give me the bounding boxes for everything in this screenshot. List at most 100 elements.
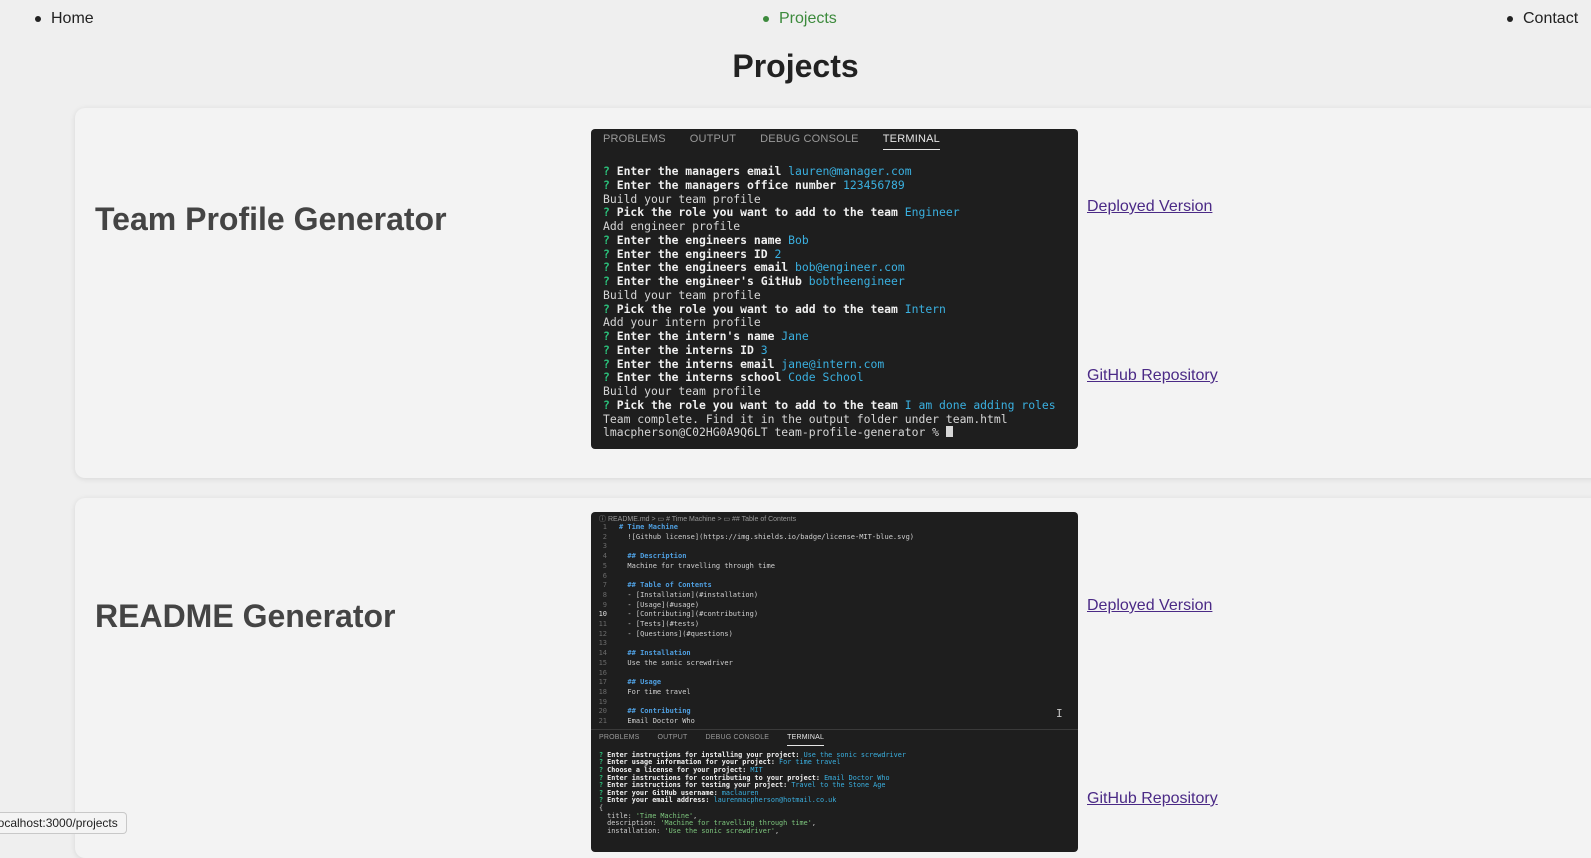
nav-item-home[interactable]: Home: [35, 10, 94, 28]
markdown-heading: ## Table of Contents: [619, 581, 712, 590]
nav-item-contact[interactable]: Contact: [1507, 10, 1578, 28]
prompt-text: Enter the interns email: [609, 356, 775, 371]
page-title: Projects: [732, 48, 859, 84]
nav-contact-label[interactable]: Contact: [1523, 10, 1578, 28]
code-line: 2 ![Github license](https://img.shields.…: [597, 533, 1072, 543]
line-number: 9: [602, 600, 607, 609]
terminal-output: ? Enter instructions for installing your…: [591, 746, 1078, 836]
line-number: 15: [598, 658, 607, 667]
prompt-answer: 3: [753, 342, 768, 357]
terminal-line: Add your intern profile: [603, 315, 1066, 330]
prompt-mark: ?: [603, 260, 610, 275]
github-repository-link[interactable]: GitHub Repository: [1087, 367, 1218, 385]
code-text: Machine for travelling through time: [619, 561, 775, 570]
line-number: 18: [598, 687, 607, 696]
code-line: 20 ## Contributing: [597, 707, 1072, 717]
terminal-text: Build your team profile: [603, 384, 761, 398]
terminal-text: installation:: [599, 826, 665, 835]
terminal-text: Add engineer profile: [603, 219, 741, 233]
code-line: 12 - [Questions](#questions): [597, 630, 1072, 640]
terminal-line: Add engineer profile: [603, 219, 1066, 234]
code-text: Email Doctor Who: [619, 717, 695, 726]
prompt-text: Enter your email address:: [603, 796, 710, 805]
prompt-answer: Intern: [897, 301, 946, 316]
code-text: ## Description: [619, 552, 686, 562]
code-editor: 1 # Time Machine 2 ![Github license](https…: [591, 523, 1078, 727]
prompt-text: Enter the managers office number: [609, 177, 837, 192]
terminal-tab[interactable]: DEBUG CONSOLE: [760, 133, 859, 149]
prompt-answer: 2: [767, 246, 782, 261]
terminal-tab[interactable]: TERMINAL: [787, 734, 825, 746]
terminal-tab[interactable]: PROBLEMS: [599, 734, 640, 746]
prompt-answer: bobtheengineer: [801, 274, 905, 288]
prompt-text: Pick the role you want to add to the tea…: [609, 205, 898, 220]
code-line: 17 ## Usage: [597, 678, 1072, 688]
terminal-text: Team complete. Find it in the output fol…: [603, 411, 1008, 426]
line-number: 8: [602, 590, 607, 599]
terminal-tab[interactable]: PROBLEMS: [603, 133, 666, 149]
line-number: 21: [598, 717, 607, 726]
code-line: 4 ## Description: [597, 552, 1072, 562]
text-cursor-icon: I: [1056, 707, 1063, 720]
prompt-text: Enter the managers email: [609, 164, 782, 178]
prompt-text: Enter the interns school: [609, 370, 782, 385]
code-line: 10 - [Contributing](#contributing): [597, 610, 1072, 620]
code-line: 15 Use the sonic screwdriver: [597, 659, 1072, 669]
line-number: 20: [598, 707, 607, 716]
line-number: 19: [598, 697, 607, 706]
nav-home-label[interactable]: Home: [51, 10, 94, 28]
code-line: 14 ## Installation: [597, 649, 1072, 659]
github-repository-link[interactable]: GitHub Repository: [1087, 790, 1218, 808]
line-number: 17: [598, 678, 607, 687]
code-text: ## Table of Contents: [619, 581, 712, 591]
code-line: 11 - [Tests](#tests): [597, 620, 1072, 630]
prompt-answer: For time travel: [774, 758, 841, 767]
code-text: ## Usage: [619, 678, 661, 688]
terminal-line: Team complete. Find it in the output fol…: [603, 411, 1066, 427]
code-line: 5 Machine for travelling through time: [597, 562, 1072, 572]
prompt-answer: jane@intern.com: [774, 356, 885, 371]
line-number: 5: [602, 561, 607, 570]
prompt-text: Enter the interns ID: [609, 342, 754, 357]
code-line: 9 - [Usage](#usage): [597, 601, 1072, 611]
deployed-version-link[interactable]: Deployed Version: [1087, 597, 1212, 615]
prompt-mark: ?: [603, 370, 610, 385]
terminal-tab[interactable]: DEBUG CONSOLE: [705, 734, 769, 746]
nav-item-projects[interactable]: Projects: [763, 10, 837, 28]
code-line: 8 - [Installation](#installation): [597, 591, 1072, 601]
nav-projects-label[interactable]: Projects: [779, 10, 837, 28]
prompt-answer: Bob: [781, 232, 809, 247]
line-number: 10: [598, 610, 607, 619]
terminal-tab[interactable]: TERMINAL: [882, 133, 940, 150]
project-screenshot: PROBLEMS OUTPUT DEBUG CONSOLE TERMINAL ? En…: [591, 129, 1078, 449]
prompt-mark: ?: [603, 397, 610, 412]
deployed-version-link[interactable]: Deployed Version: [1087, 198, 1212, 216]
code-line: 6: [597, 572, 1072, 582]
prompt-text: Pick the role you want to add to the tea…: [609, 397, 898, 412]
terminal-text: Build your team profile: [603, 191, 761, 206]
terminal-line: ? Enter the managers office number 12345…: [603, 177, 1066, 193]
prompt-text: Enter the engineers ID: [609, 246, 768, 261]
prompt-mark: ?: [603, 232, 610, 247]
line-number: 3: [602, 542, 607, 551]
terminal-line: ? Enter the interns email jane@intern.co…: [603, 356, 1066, 372]
project-screenshot: ⓘ README.md > ▭ # Time Machine > ▭ ## Ta…: [591, 512, 1078, 852]
terminal-tab[interactable]: OUTPUT: [690, 133, 736, 149]
terminal-line: Build your team profile: [603, 191, 1066, 207]
terminal-text: Add your intern profile: [603, 315, 761, 330]
terminal-line: Build your team profile: [603, 384, 1066, 399]
terminal-text: Build your team profile: [603, 287, 761, 302]
code-line: 21 Email Doctor Who: [597, 717, 1072, 727]
prompt-answer: Travel to the Stone Age: [787, 781, 886, 790]
terminal-line: ? Enter the engineers email bob@engineer…: [603, 260, 1066, 275]
code-line: 1 # Time Machine: [597, 523, 1072, 533]
status-url: localhost:3000/projects: [0, 816, 118, 830]
code-text: - [Installation](#installation): [619, 590, 759, 599]
terminal-tab[interactable]: OUTPUT: [658, 734, 688, 746]
prompt-answer: Code School: [781, 370, 864, 385]
line-number: 16: [598, 668, 607, 677]
prompt-text: Enter the engineers name: [609, 232, 782, 247]
terminal-text: lmacpherson@C02HG0A9Q6LT team-profile-ge…: [603, 425, 946, 440]
prompt-text: Enter the engineer's GitHub: [609, 274, 802, 288]
prompt-answer: I am done adding roles: [897, 397, 1056, 412]
